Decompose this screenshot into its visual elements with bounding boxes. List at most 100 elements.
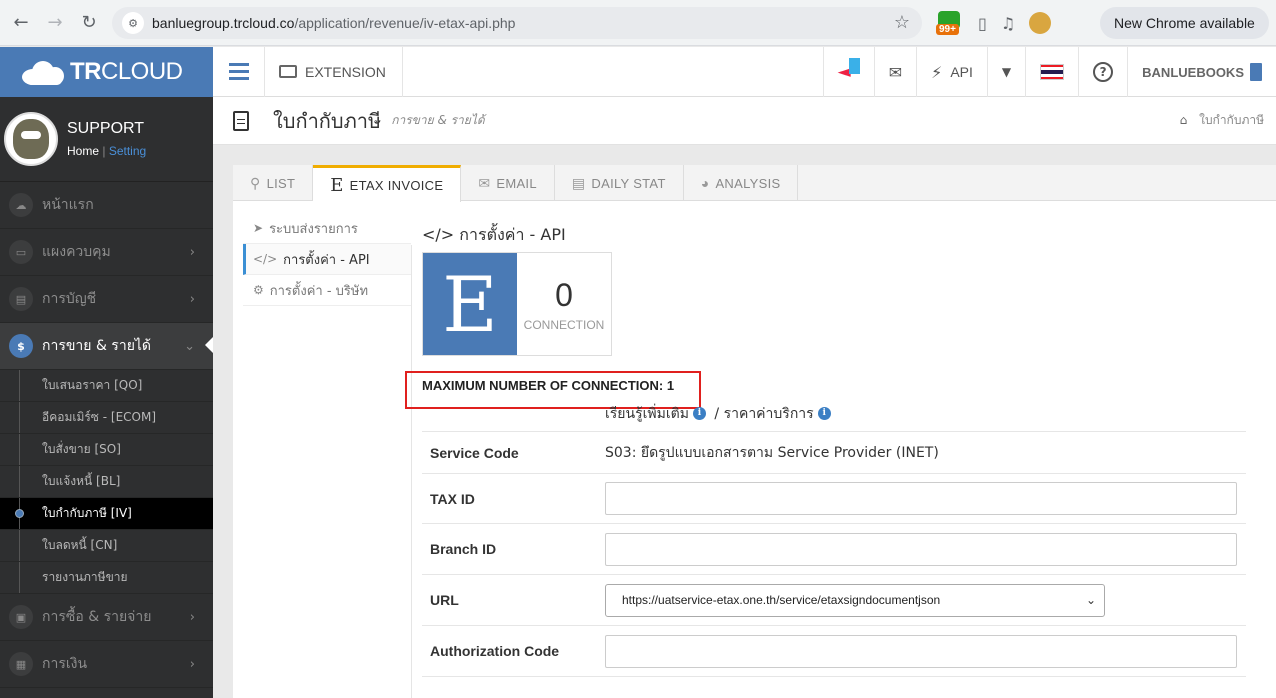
dropdown-button[interactable]: ▼ xyxy=(986,47,1025,97)
api-button[interactable]: ⚡ API xyxy=(916,47,987,97)
tab-list[interactable]: ⚲ LIST xyxy=(233,165,314,201)
chevron-down-icon: ⌄ xyxy=(184,338,195,354)
cloud-icon: ☁ xyxy=(9,193,33,217)
setting-link[interactable]: Setting xyxy=(109,144,146,158)
browser-toolbar: ← → ↻ ⚙ banluegroup.trcloud.co/applicati… xyxy=(0,0,1276,46)
right-toolbar: ◄ ✉ ⚡ API ▼ ? BANLUEBOOKS xyxy=(822,47,1276,97)
sidebar-subitem-label: ใบสั่งขาย [SO] xyxy=(42,442,121,456)
sidebar-subitem-ecommerce[interactable]: อีคอมเมิร์ซ - [ECOM] xyxy=(0,402,213,434)
sidebar-item-home[interactable]: ☁ หน้าแรก xyxy=(0,182,213,229)
side-nav-label: การตั้งค่า - บริษัท xyxy=(269,283,369,299)
tab-label: LIST xyxy=(266,175,296,191)
caret-down-icon: ▼ xyxy=(1001,65,1012,79)
info-links-row: เรียนรู้เพิ่มเติม i / ราคาค่าบริการ i xyxy=(422,396,1246,431)
menu-toggle-button[interactable] xyxy=(213,46,265,97)
info-icon[interactable]: i xyxy=(692,407,706,420)
plug-icon: ⚡ xyxy=(931,62,943,82)
side-nav-label: การตั้งค่า - API xyxy=(283,252,370,268)
sidebar-item-label: การซื้อ & รายจ่าย xyxy=(42,609,152,625)
tab-label: ANALYSIS xyxy=(715,175,781,191)
sidebar-item-accounting[interactable]: ▤ การบัญชี › xyxy=(0,276,213,323)
tab-analysis[interactable]: ◕ ANALYSIS xyxy=(684,165,799,201)
profile-panel: SUPPORT Home | Setting xyxy=(0,97,213,182)
avatar[interactable] xyxy=(4,112,58,166)
sidebar-subitem-label: ใบแจ้งหนี้ [BL] xyxy=(42,474,121,488)
side-nav-api-settings[interactable]: </> การตั้งค่า - API xyxy=(243,244,411,275)
sidebar-subitem-invoice[interactable]: ใบกำกับภาษี [IV] xyxy=(0,498,213,530)
logo-bar[interactable]: TRCLOUD xyxy=(0,47,213,97)
sidebar-item-label: การขาย & รายได้ xyxy=(42,338,152,354)
update-chrome-button[interactable]: New Chrome available xyxy=(1100,7,1269,39)
sidebar-item-label: แผงควบคุม xyxy=(42,244,111,260)
puzzle-icon[interactable]: ▯ xyxy=(978,14,987,33)
tab-daily-stat[interactable]: ▤ DAILY STAT xyxy=(555,165,684,201)
bookmark-star-icon[interactable]: ☆ xyxy=(894,12,910,33)
breadcrumb-current[interactable]: ใบกำกับภาษี xyxy=(1199,113,1264,127)
bar-chart-icon: ▤ xyxy=(571,174,586,191)
side-nav-company-settings[interactable]: ⚙ การตั้งค่า - บริษัท xyxy=(243,275,411,306)
sidebar-item-purchases[interactable]: ▣ การซื้อ & รายจ่าย › xyxy=(0,594,213,641)
chevron-right-icon: › xyxy=(189,291,195,307)
back-button[interactable]: ← xyxy=(8,10,34,36)
sidebar-subitem-sales-tax-report[interactable]: รายงานภาษีขาย xyxy=(0,562,213,594)
thai-flag-icon xyxy=(1040,64,1065,80)
authorization-row: Authorization Code xyxy=(422,625,1246,676)
media-icon[interactable]: ♫ xyxy=(1001,14,1015,33)
tab-etax-invoice[interactable]: E ETAX INVOICE xyxy=(313,165,462,202)
tax-id-input[interactable] xyxy=(605,482,1237,515)
sidebar-subitem-billing[interactable]: ใบแจ้งหนี้ [BL] xyxy=(0,466,213,498)
url-select[interactable]: https://uatservice-etax.one.th/service/e… xyxy=(605,583,1105,617)
service-code-label: Service Code xyxy=(430,444,519,461)
sidebar-item-dashboard[interactable]: ▭ แผงควบคุม › xyxy=(0,229,213,276)
sidebar-item-label: การบัญชี xyxy=(42,291,97,307)
extensions-area: 99+ ▯ ♫ xyxy=(936,9,1052,37)
forward-button[interactable]: → xyxy=(42,10,68,36)
sidebar-item-sales[interactable]: $ การขาย & รายได้ ⌄ xyxy=(0,323,213,370)
extension-link[interactable]: EXTENSION xyxy=(265,46,403,97)
sidebar-subitem-label: รายงานภาษีขาย xyxy=(42,570,128,584)
company-label: BANLUEBOOKS xyxy=(1142,64,1244,80)
address-bar[interactable]: ⚙ banluegroup.trcloud.co/application/rev… xyxy=(112,7,922,39)
sidebar-subitem-quotation[interactable]: ใบเสนอราคา [QO] xyxy=(0,370,213,402)
learn-more-link[interactable]: เรียนรู้เพิ่มเติม xyxy=(605,406,689,422)
page-subtitle: การขาย & รายได้ xyxy=(391,113,485,127)
extension-badge-count: 99+ xyxy=(936,24,959,35)
sidebar-item-finance[interactable]: ▦ การเงิน › xyxy=(0,641,213,688)
announcement-button[interactable]: ◄ xyxy=(822,47,874,97)
home-link[interactable]: Home xyxy=(67,144,99,158)
profile-avatar-icon[interactable] xyxy=(1029,12,1052,34)
site-info-icon[interactable]: ⚙ xyxy=(122,12,144,34)
sidebar-item-label: หน้าแรก xyxy=(42,197,94,213)
info-icon[interactable]: i xyxy=(817,407,831,420)
calendar-icon: ▦ xyxy=(9,652,33,676)
service-code-value: S03: ยึดรูปแบบเอกสารตาม Service Provider… xyxy=(605,444,939,461)
building-icon xyxy=(1250,63,1262,81)
reload-button[interactable]: ↻ xyxy=(76,10,102,36)
language-button[interactable] xyxy=(1025,47,1078,97)
sidebar-item-label: การเงิน xyxy=(42,656,88,672)
monitor-icon: ▭ xyxy=(9,240,33,264)
connection-label: CONNECTION xyxy=(523,317,605,332)
pricing-link[interactable]: ราคาค่าบริการ xyxy=(724,406,814,422)
connection-count: 0 xyxy=(555,276,573,313)
company-button[interactable]: BANLUEBOOKS xyxy=(1127,47,1276,97)
logo-bold: TR xyxy=(70,58,102,85)
tab-email[interactable]: ✉ EMAIL xyxy=(461,165,555,201)
tab-bar: ⚲ LIST E ETAX INVOICE ✉ EMAIL ▤ DAILY STAT ◕… xyxy=(233,165,1276,202)
home-icon[interactable]: ⌂ xyxy=(1180,113,1188,127)
mail-button[interactable]: ✉ xyxy=(873,47,916,97)
side-divider xyxy=(411,245,412,698)
sidebar-subitem-sales-order[interactable]: ใบสั่งขาย [SO] xyxy=(0,434,213,466)
authorization-input[interactable] xyxy=(605,634,1237,668)
sidebar-subitem-label: ใบกำกับภาษี [IV] xyxy=(42,506,132,520)
tab-label: DAILY STAT xyxy=(591,175,666,191)
help-button[interactable]: ? xyxy=(1078,47,1127,97)
url-text[interactable]: banluegroup.trcloud.co/application/reven… xyxy=(152,15,515,31)
search-icon: ⚲ xyxy=(250,174,261,191)
branch-id-input[interactable] xyxy=(605,532,1237,566)
sidebar-subitem-credit-note[interactable]: ใบลดหนี้ [CN] xyxy=(0,530,213,562)
extension-badge-icon[interactable]: 99+ xyxy=(936,9,964,37)
side-nav-send-system[interactable]: ➤ ระบบส่งรายการ xyxy=(243,213,411,244)
etax-logo-icon: E xyxy=(423,253,517,355)
document-icon xyxy=(233,110,249,131)
